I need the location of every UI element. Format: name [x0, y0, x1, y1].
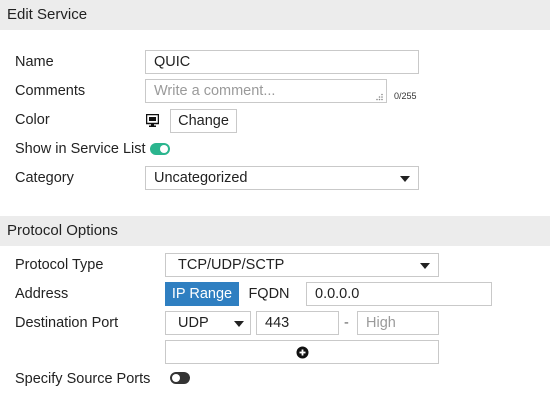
plus-circle-icon	[296, 346, 309, 359]
protocol-type-select[interactable]: TCP/UDP/SCTP	[165, 253, 439, 277]
chevron-down-icon	[234, 321, 244, 327]
comments-label: Comments	[15, 83, 86, 99]
comments-textarea[interactable]: Write a comment...	[145, 79, 387, 103]
port-high-input[interactable]: High	[357, 311, 439, 335]
toggle-knob	[160, 145, 168, 153]
port-protocol-select[interactable]: UDP	[165, 311, 251, 335]
chevron-down-icon	[420, 263, 430, 269]
add-port-range-button[interactable]	[165, 340, 439, 364]
port-protocol-selected-value: UDP	[178, 315, 209, 331]
name-label: Name	[15, 54, 54, 70]
destination-port-label: Destination Port	[15, 315, 119, 331]
fqdn-toggle[interactable]: FQDN	[239, 282, 299, 306]
category-label: Category	[15, 170, 74, 186]
port-low-input[interactable]: 443	[256, 311, 339, 335]
specify-source-ports-label: Specify Source Ports	[15, 371, 151, 387]
show-in-service-list-label: Show in Service List	[15, 141, 146, 157]
show-in-service-list-toggle[interactable]	[150, 143, 170, 155]
protocol-options-title: Protocol Options	[7, 222, 118, 239]
address-input[interactable]: 0.0.0.0	[306, 282, 492, 306]
chevron-down-icon	[400, 176, 410, 182]
specify-source-ports-toggle[interactable]	[170, 372, 190, 384]
protocol-type-label: Protocol Type	[15, 257, 104, 273]
change-color-button[interactable]: Change	[170, 109, 237, 133]
port-range-separator: -	[344, 315, 349, 331]
category-select[interactable]: Uncategorized	[145, 166, 419, 190]
edit-service-header: Edit Service	[0, 0, 550, 30]
monitor-icon	[146, 114, 159, 127]
protocol-type-selected-value: TCP/UDP/SCTP	[178, 257, 285, 273]
category-selected-value: Uncategorized	[154, 170, 248, 186]
address-label: Address	[15, 286, 69, 302]
protocol-options-header: Protocol Options	[0, 216, 550, 246]
color-label: Color	[15, 112, 50, 128]
resize-handle-icon[interactable]	[375, 93, 384, 101]
edit-service-title: Edit Service	[7, 6, 88, 23]
ip-range-toggle[interactable]: IP Range	[165, 282, 239, 306]
toggle-knob	[172, 374, 180, 382]
name-input[interactable]: QUIC	[145, 50, 419, 74]
comments-counter: 0/255	[394, 91, 417, 101]
